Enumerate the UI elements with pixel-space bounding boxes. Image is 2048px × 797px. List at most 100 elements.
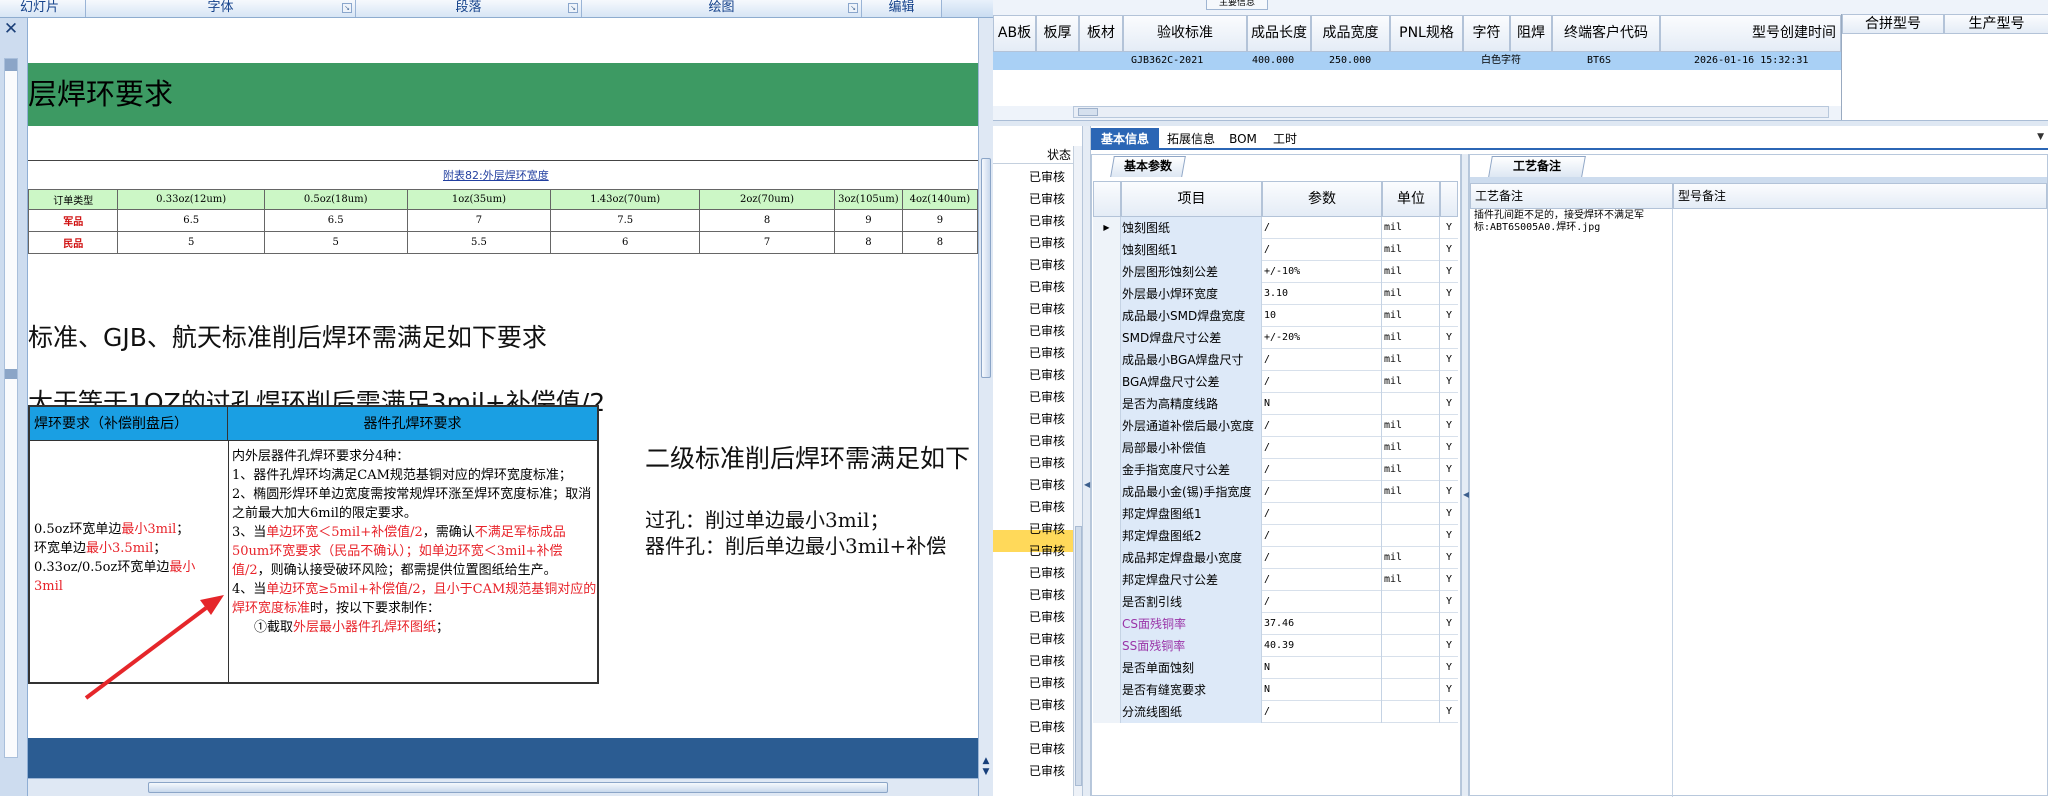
param-value[interactable]: / — [1262, 569, 1382, 591]
ribbon-group-editing[interactable]: 编辑 — [862, 0, 942, 17]
grid-header-cell[interactable]: 板材 — [1079, 15, 1123, 52]
grid-header-cell[interactable]: 成品宽度 — [1311, 15, 1390, 52]
param-row[interactable]: 外层最小焊环宽度 3.10 mil Y — [1093, 283, 1458, 305]
grid-header-cell[interactable]: 成品长度 — [1247, 15, 1311, 52]
vertical-scrollbar[interactable]: ▲ ▼ — [978, 18, 993, 796]
param-value[interactable]: / — [1262, 239, 1382, 261]
tab-basic-info[interactable]: 基本信息 — [1091, 128, 1159, 150]
tab-main-info[interactable]: 主要信息 — [1206, 0, 1268, 10]
param-value[interactable]: / — [1262, 217, 1382, 239]
ribbon-group-font[interactable]: 字体 ↘ — [86, 0, 356, 17]
param-row[interactable]: 外层图形蚀刻公差 +/-10% mil Y — [1093, 261, 1458, 283]
vertical-scrollbar[interactable] — [1073, 146, 1082, 796]
param-row[interactable]: SMD焊盘尺寸公差 +/-20% mil Y — [1093, 327, 1458, 349]
status-cell[interactable]: 已审核 — [1029, 716, 1073, 738]
param-value[interactable]: / — [1262, 349, 1382, 371]
status-cell[interactable]: 已审核 — [1029, 166, 1073, 188]
status-cell[interactable]: 已审核 — [1029, 760, 1073, 782]
ribbon-group-slides[interactable]: 幻灯片 — [0, 0, 86, 17]
horizontal-scrollbar[interactable] — [28, 778, 978, 796]
dialog-launcher-icon[interactable]: ↘ — [848, 3, 858, 13]
param-value[interactable]: / — [1262, 459, 1382, 481]
grid-header-cell[interactable]: AB板 — [993, 15, 1036, 52]
status-cell[interactable]: 已审核 — [1029, 540, 1073, 562]
grid-header-cell[interactable]: 验收标准 — [1123, 15, 1247, 52]
grid-header-cell[interactable]: PNL规格 — [1390, 15, 1463, 52]
scroll-thumb[interactable] — [1075, 526, 1082, 786]
param-row[interactable]: 是否割引线 / Y — [1093, 591, 1458, 613]
param-value[interactable]: N — [1262, 679, 1382, 701]
scroll-thumb[interactable] — [1078, 108, 1098, 116]
param-value[interactable]: 10 — [1262, 305, 1382, 327]
column-header-item[interactable]: 项目 — [1121, 181, 1262, 217]
close-icon[interactable]: ✕ — [2, 21, 20, 39]
status-cell[interactable]: 已审核 — [1029, 408, 1073, 430]
param-value[interactable]: 37.46 — [1262, 613, 1382, 635]
param-row[interactable]: 是否单面蚀刻 N Y — [1093, 657, 1458, 679]
status-cell[interactable]: 已审核 — [1029, 672, 1073, 694]
status-cell[interactable]: 已审核 — [1029, 210, 1073, 232]
status-cell[interactable]: 已审核 — [1029, 364, 1073, 386]
param-value[interactable]: / — [1262, 591, 1382, 613]
status-header[interactable]: 状态 — [993, 146, 1073, 164]
splitter[interactable] — [993, 120, 2048, 126]
column-header-unit[interactable]: 单位 — [1382, 181, 1440, 217]
status-cell[interactable]: 已审核 — [1029, 254, 1073, 276]
status-cell[interactable]: 已审核 — [1029, 650, 1073, 672]
splitter[interactable] — [1461, 154, 1469, 796]
param-value[interactable]: 3.10 — [1262, 283, 1382, 305]
param-value[interactable]: +/-20% — [1262, 327, 1382, 349]
status-cell[interactable]: 已审核 — [1029, 584, 1073, 606]
status-cell[interactable]: 已审核 — [1029, 738, 1073, 760]
param-row[interactable]: 局部最小补偿值 / mil Y — [1093, 437, 1458, 459]
param-row[interactable]: 成品最小BGA焊盘尺寸 / mil Y — [1093, 349, 1458, 371]
param-value[interactable]: / — [1262, 701, 1382, 723]
chevron-down-icon[interactable]: ▼ — [2037, 132, 2044, 142]
param-row[interactable]: CS面残铜率 37.46 Y — [1093, 613, 1458, 635]
dialog-launcher-icon[interactable]: ↘ — [342, 3, 352, 13]
tab-extended-info[interactable]: 拓展信息 — [1161, 128, 1221, 150]
param-value[interactable]: / — [1262, 525, 1382, 547]
status-cell[interactable]: 已审核 — [1029, 386, 1073, 408]
param-row[interactable]: BGA焊盘尺寸公差 / mil Y — [1093, 371, 1458, 393]
status-cell[interactable]: 已审核 — [1029, 232, 1073, 254]
tab-work-hours[interactable]: 工时 — [1265, 128, 1305, 150]
grid-horizontal-scrollbar[interactable] — [1073, 106, 1829, 118]
scroll-thumb[interactable] — [981, 158, 991, 378]
param-value[interactable]: / — [1262, 415, 1382, 437]
tab-bom[interactable]: BOM — [1223, 128, 1263, 150]
scroll-thumb[interactable] — [148, 782, 888, 793]
grid-header-cell[interactable]: 生产型号 — [1944, 14, 2048, 34]
param-row[interactable]: 蚀刻图纸1/mil Y — [1093, 239, 1458, 261]
status-cell[interactable]: 已审核 — [1029, 342, 1073, 364]
page-nav-arrows-icon[interactable]: ▲ ▼ — [980, 756, 992, 778]
ribbon-group-paragraph[interactable]: 段落 ↘ — [356, 0, 582, 17]
column-header-value[interactable]: 参数 — [1262, 181, 1382, 217]
status-cell[interactable]: 已审核 — [1029, 452, 1073, 474]
param-row[interactable]: 是否有缝宽要求 N Y — [1093, 679, 1458, 701]
tab-basic-params[interactable]: 基本参数 — [1110, 156, 1186, 177]
status-cell[interactable]: 已审核 — [1029, 694, 1073, 716]
status-cell[interactable]: 已审核 — [1029, 628, 1073, 650]
param-row[interactable]: 是否为高精度线路 N Y — [1093, 393, 1458, 415]
param-row[interactable]: ▶ 蚀刻图纸 / mil Y — [1093, 217, 1458, 239]
grid-header-cell[interactable]: 阻焊 — [1510, 15, 1552, 52]
collapse-left-icon[interactable]: ◀ — [1084, 480, 1090, 489]
status-cell[interactable]: 已审核 — [1029, 606, 1073, 628]
param-value[interactable]: N — [1262, 657, 1382, 679]
grid-header-cell[interactable]: 合拼型号 — [1842, 14, 1944, 34]
craft-note-text[interactable]: 插件孔间距不足的，接受焊环不满足军标:ABT6S005A0.焊环.jpg — [1474, 210, 1670, 234]
tab-craft-notes[interactable]: 工艺备注 — [1488, 156, 1586, 177]
dialog-launcher-icon[interactable]: ↘ — [568, 3, 578, 13]
grid-header-cell[interactable]: 板厚 — [1036, 15, 1079, 52]
param-row[interactable]: 成品邦定焊盘最小宽度 / mil Y — [1093, 547, 1458, 569]
status-cell[interactable]: 已审核 — [1029, 430, 1073, 452]
param-value[interactable]: / — [1262, 481, 1382, 503]
param-value[interactable]: / — [1262, 503, 1382, 525]
status-cell[interactable]: 已审核 — [1029, 562, 1073, 584]
param-value[interactable]: +/-10% — [1262, 261, 1382, 283]
status-cell[interactable]: 已审核 — [1029, 320, 1073, 342]
param-row[interactable]: 外层通道补偿后最小宽度 / mil Y — [1093, 415, 1458, 437]
param-value[interactable]: / — [1262, 371, 1382, 393]
param-row[interactable]: 邦定焊盘图纸2/ Y — [1093, 525, 1458, 547]
